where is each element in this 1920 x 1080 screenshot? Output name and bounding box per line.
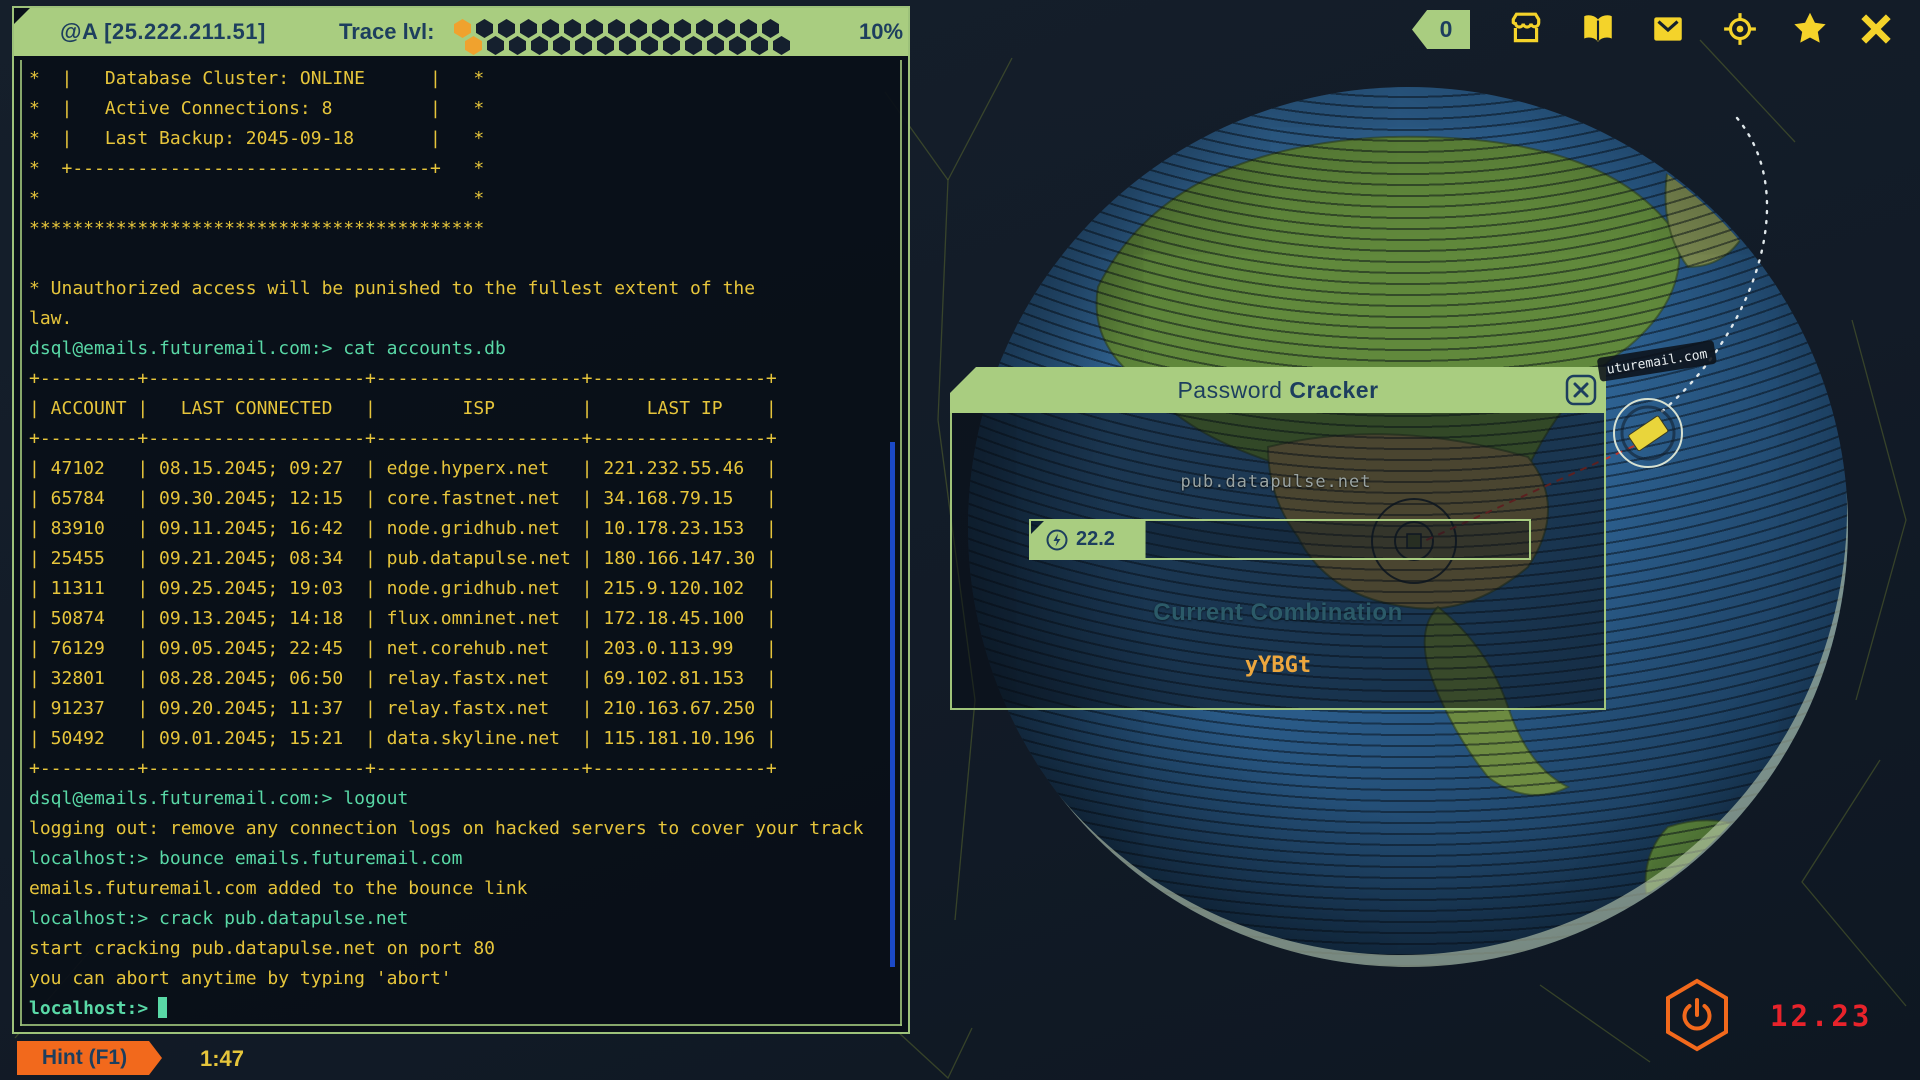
terminal-line: | 25455 | 09.21.2045; 08:34 | pub.datapu…: [29, 544, 888, 574]
terminal-border-accent: [20, 1024, 902, 1026]
terminal-line: | 50492 | 09.01.2045; 15:21 | data.skyli…: [29, 724, 888, 754]
dialog-title: Password Cracker: [1177, 377, 1378, 404]
trace-hex: [487, 36, 504, 55]
terminal-line: start cracking pub.datapulse.net on port…: [29, 934, 888, 964]
terminal-line: | 11311 | 09.25.2045; 19:03 | node.gridh…: [29, 574, 888, 604]
trace-hex: [773, 36, 790, 55]
terminal-line: | 91237 | 09.20.2045; 11:37 | relay.fast…: [29, 694, 888, 724]
close-window-icon[interactable]: [1856, 9, 1896, 49]
target-icon[interactable]: [1720, 9, 1760, 49]
terminal-scrollbar[interactable]: [890, 442, 895, 967]
trace-hex: [707, 36, 724, 55]
terminal-line: dsql@emails.futuremail.com:> logout: [29, 784, 888, 814]
trace-percent: 10%: [859, 19, 903, 45]
progress-fill: 22.2: [1031, 521, 1146, 558]
text-cursor: [158, 997, 167, 1018]
book-icon[interactable]: [1578, 9, 1618, 49]
terminal-line: +---------+--------------------+--------…: [29, 364, 888, 394]
terminal-line: | 65784 | 09.30.2045; 12:15 | core.fastn…: [29, 484, 888, 514]
terminal-line: emails.futuremail.com added to the bounc…: [29, 874, 888, 904]
trace-hex: [751, 36, 768, 55]
terminal-line: localhost:> crack pub.datapulse.net: [29, 904, 888, 934]
terminal-line: | 83910 | 09.11.2045; 16:42 | node.gridh…: [29, 514, 888, 544]
counter-value: 0: [1430, 16, 1453, 43]
trace-hex: [465, 36, 482, 55]
terminal-line: +---------+--------------------+--------…: [29, 754, 888, 784]
progress-bar: 22.2: [1029, 519, 1531, 560]
trace-hex: [531, 36, 548, 55]
connected-host: @A [25.222.211.51]: [60, 19, 266, 45]
terminal-line: | 47102 | 08.15.2045; 09:27 | edge.hyper…: [29, 454, 888, 484]
terminal-line: | 50874 | 09.13.2045; 14:18 | flux.omnin…: [29, 604, 888, 634]
terminal-line: logging out: remove any connection logs …: [29, 814, 888, 844]
trace-meter: [454, 8, 799, 56]
terminal-prompt[interactable]: localhost:>: [29, 994, 888, 1024]
terminal-line: * Unauthorized access will be punished t…: [29, 274, 888, 304]
terminal-line: | ACCOUNT | LAST CONNECTED | ISP | LAST …: [29, 394, 888, 424]
trace-level-label: Trace lvl:: [339, 19, 434, 45]
terminal-border-accent: [20, 60, 22, 1026]
combo-heading: Current Combination: [952, 599, 1604, 627]
password-cracker-dialog: Password Cracker 22.2 Current Combinatio…: [950, 367, 1606, 710]
trace-hex: [641, 36, 658, 55]
terminal-line: * | Active Connections: 8 | *: [29, 94, 888, 124]
terminal-line: [29, 244, 888, 274]
terminal-line: * | Last Backup: 2045-09-18 | *: [29, 124, 888, 154]
terminal-line: +---------+--------------------+--------…: [29, 424, 888, 454]
close-icon[interactable]: [1565, 374, 1597, 406]
terminal-line: ****************************************…: [29, 214, 888, 244]
mail-icon[interactable]: [1648, 9, 1688, 49]
trace-hex: [729, 36, 746, 55]
game-screen: Password Cracker 22.2 Current Combinatio…: [0, 0, 1920, 1080]
trace-hex: [663, 36, 680, 55]
shop-icon[interactable]: [1506, 9, 1546, 49]
terminal-line: * +---------------------------------+ *: [29, 154, 888, 184]
terminal-line: localhost:> bounce emails.futuremail.com: [29, 844, 888, 874]
terminal-border-accent: [900, 60, 902, 1026]
terminal-line: * *: [29, 184, 888, 214]
hint-label: Hint (F1): [42, 1046, 127, 1070]
trace-hex: [575, 36, 592, 55]
terminal-header: @A [25.222.211.51] Trace lvl: 10%: [14, 8, 908, 56]
dialog-header[interactable]: Password Cracker: [950, 367, 1606, 413]
terminal-line: you can abort anytime by typing 'abort': [29, 964, 888, 994]
trace-hex: [509, 36, 526, 55]
terminal-line: * | Database Cluster: ONLINE | *: [29, 64, 888, 94]
dialog-body: 22.2 Current Combination yYBGt: [950, 413, 1606, 710]
terminal-content[interactable]: * | Database Cluster: ONLINE | ** | Acti…: [29, 64, 888, 1024]
terminal-line: | 76129 | 09.05.2045; 22:45 | net.corehu…: [29, 634, 888, 664]
energy-icon: [1045, 528, 1069, 552]
power-button[interactable]: [1662, 976, 1732, 1054]
terminal-window: @A [25.222.211.51] Trace lvl: 10% * | Da…: [12, 6, 910, 1034]
progress-value: 22.2: [1076, 528, 1115, 551]
terminal-line: | 32801 | 08.28.2045; 06:50 | relay.fast…: [29, 664, 888, 694]
trace-hex: [597, 36, 614, 55]
terminal-line: law.: [29, 304, 888, 334]
trace-hex: [685, 36, 702, 55]
countdown-timer: 1:47: [200, 1046, 244, 1072]
terminal-line: dsql@emails.futuremail.com:> cat account…: [29, 334, 888, 364]
trace-hex: [553, 36, 570, 55]
clock: 12.23: [1770, 999, 1872, 1033]
combo-value: yYBGt: [952, 653, 1604, 678]
trace-hex: [619, 36, 636, 55]
hint-button[interactable]: Hint (F1): [17, 1041, 162, 1075]
star-icon[interactable]: [1790, 9, 1830, 49]
